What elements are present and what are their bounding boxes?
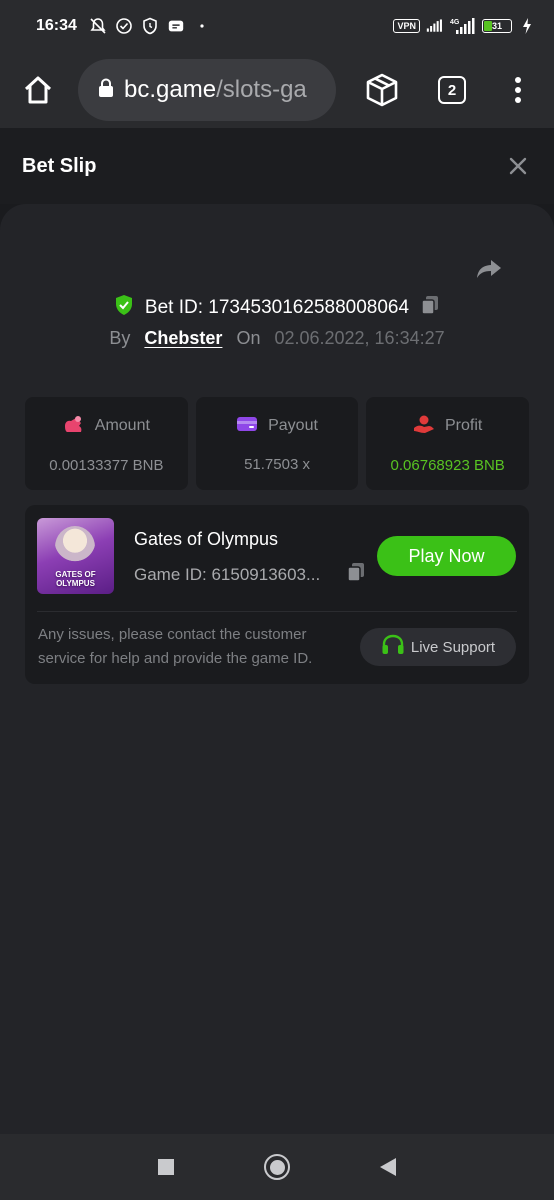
bet-slip-header: Bet Slip xyxy=(0,128,554,204)
system-status: VPN 4G 31 xyxy=(393,17,536,35)
tab-switcher-button[interactable]: 2 xyxy=(438,76,466,104)
status-bar: 16:34 VPN 4G 31 xyxy=(0,0,554,52)
stat-profit-label-row: Profit xyxy=(413,414,482,439)
recent-apps-icon[interactable] xyxy=(158,1159,174,1175)
signal-4g-icon: 4G xyxy=(450,17,476,35)
amount-icon xyxy=(63,414,85,439)
on-label: On xyxy=(236,328,261,348)
app-icon xyxy=(167,17,185,35)
charging-icon xyxy=(518,17,536,35)
stat-profit-value: 0.06768923 BNB xyxy=(390,456,505,474)
close-icon[interactable] xyxy=(504,152,532,180)
game-id-row: Game ID: 6150913603... xyxy=(134,561,366,588)
bet-slip-panel: Bet ID: 1734530162588008064 By Chebster … xyxy=(0,204,554,1134)
game-thumbnail[interactable]: GATES OF OLYMPUS xyxy=(37,518,114,594)
system-navigation-bar xyxy=(0,1134,554,1200)
game-name: Gates of Olympus xyxy=(134,529,279,549)
stat-amount-value: 0.00133377 BNB xyxy=(49,456,164,474)
bet-stats: Amount 0.00133377 BNB Payout 51.7503 x P… xyxy=(25,397,530,490)
divider xyxy=(37,611,517,612)
bet-date: 02.06.2022, 16:34:27 xyxy=(274,328,445,348)
bet-meta-row: By Chebster On 02.06.2022, 16:34:27 xyxy=(0,328,554,349)
stat-payout-label: Payout xyxy=(268,417,318,434)
profit-icon xyxy=(413,414,435,439)
url-domain: bc.game xyxy=(124,76,217,103)
stat-amount: Amount 0.00133377 BNB xyxy=(25,397,188,490)
shield-clock-icon xyxy=(141,17,159,35)
stat-profit: Profit 0.06768923 BNB xyxy=(366,397,530,490)
battery-level: 31 xyxy=(491,21,502,31)
bell-muted-icon xyxy=(89,17,107,35)
notification-icons xyxy=(89,17,211,35)
headset-icon xyxy=(381,634,405,660)
lock-icon xyxy=(98,77,114,103)
stat-amount-label: Amount xyxy=(94,417,150,434)
check-circle-icon xyxy=(115,17,133,35)
stat-payout: Payout 51.7503 x xyxy=(195,397,359,490)
support-notice: Any issues, please contact the customer … xyxy=(38,626,313,667)
stat-payout-label-row: Payout xyxy=(236,415,318,438)
page-title: Bet Slip xyxy=(22,154,97,177)
url-path: /slots-ga xyxy=(216,76,307,103)
thumbnail-text: GATES OF OLYMPUS xyxy=(55,570,96,588)
verified-shield-icon xyxy=(113,294,135,321)
copy-game-id-icon[interactable] xyxy=(346,561,366,588)
thumbnail-figure xyxy=(55,526,95,568)
play-now-button[interactable]: Play Now xyxy=(377,536,516,576)
url-bar[interactable]: bc.game/slots-ga xyxy=(78,59,336,121)
stat-profit-label: Profit xyxy=(445,417,483,434)
wallet-icon xyxy=(236,415,258,438)
bet-id: Bet ID: 1734530162588008064 xyxy=(144,296,410,318)
cube-icon[interactable] xyxy=(362,70,402,110)
vpn-badge: VPN xyxy=(393,19,420,33)
home-icon[interactable] xyxy=(16,68,60,112)
more-menu-icon[interactable] xyxy=(508,70,528,110)
dot-icon xyxy=(193,17,211,35)
game-id: Game ID: 6150913603... xyxy=(134,564,321,584)
url-text: bc.game/slots-ga xyxy=(124,76,307,104)
battery-icon: 31 xyxy=(482,19,512,33)
live-support-label: Live Support xyxy=(410,638,496,656)
back-icon[interactable] xyxy=(380,1158,396,1176)
status-time: 16:34 xyxy=(36,17,77,34)
stat-amount-label-row: Amount xyxy=(63,414,150,439)
svg-text:4G: 4G xyxy=(450,19,460,26)
author-link[interactable]: Chebster xyxy=(144,328,222,349)
stat-payout-value: 51.7503 x xyxy=(244,455,310,473)
game-card: GATES OF OLYMPUS Gates of Olympus Game I… xyxy=(25,505,529,684)
by-label: By xyxy=(109,328,131,348)
copy-bet-id-icon[interactable] xyxy=(419,294,441,321)
browser-toolbar: bc.game/slots-ga 2 xyxy=(0,52,554,128)
signal-icon xyxy=(426,17,444,35)
share-icon[interactable] xyxy=(474,254,504,284)
bet-id-row: Bet ID: 1734530162588008064 xyxy=(0,294,554,321)
live-support-button[interactable]: Live Support xyxy=(360,628,516,666)
home-button-icon[interactable] xyxy=(264,1154,290,1180)
